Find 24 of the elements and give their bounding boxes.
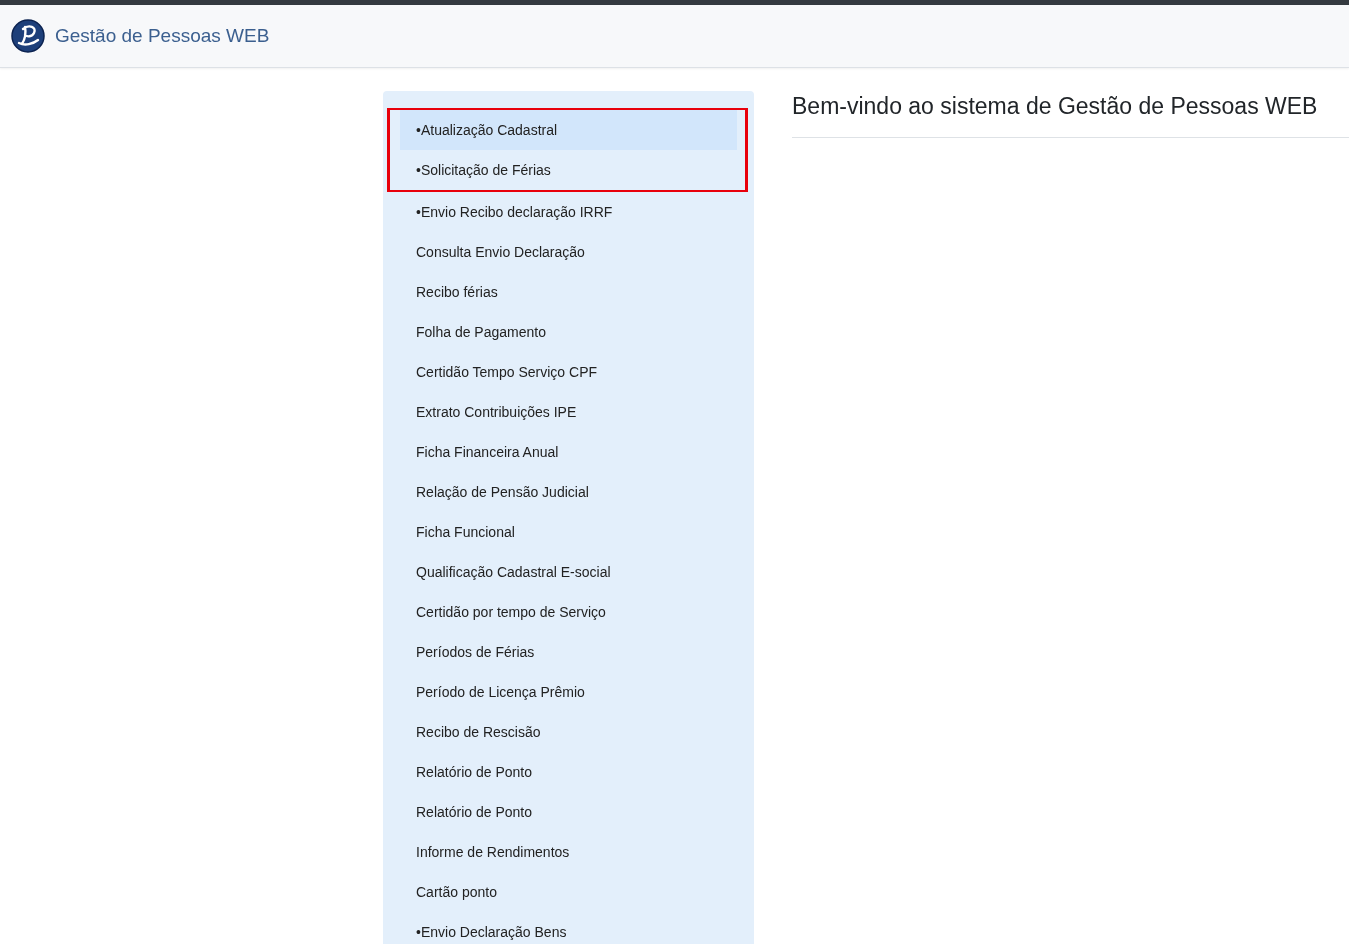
- menu-item[interactable]: •Solicitação de Férias: [400, 150, 737, 190]
- menu-item[interactable]: Recibo férias: [400, 272, 737, 312]
- menu-item[interactable]: •Envio Recibo declaração IRRF: [400, 192, 737, 232]
- app-title: Gestão de Pessoas WEB: [55, 25, 270, 47]
- welcome-heading: Bem-vindo ao sistema de Gestão de Pessoas WEB: [792, 91, 1349, 138]
- menu-item[interactable]: Ficha Financeira Anual: [400, 432, 737, 472]
- logo-icon: [11, 19, 45, 53]
- menu-item[interactable]: Períodos de Férias: [400, 632, 737, 672]
- menu-item[interactable]: Ficha Funcional: [400, 512, 737, 552]
- menu-item[interactable]: Extrato Contribuições IPE: [400, 392, 737, 432]
- menu-item[interactable]: Qualificação Cadastral E-social: [400, 552, 737, 592]
- menu-item[interactable]: Folha de Pagamento: [400, 312, 737, 352]
- menu-item[interactable]: •Atualização Cadastral: [400, 110, 737, 150]
- menu-item[interactable]: Período de Licença Prêmio: [400, 672, 737, 712]
- menu-item[interactable]: •Envio Declaração Bens: [400, 912, 737, 944]
- menu-item[interactable]: Cartão ponto: [400, 872, 737, 912]
- menu-item[interactable]: Relação de Pensão Judicial: [400, 472, 737, 512]
- menu-item[interactable]: Certidão por tempo de Serviço: [400, 592, 737, 632]
- menu-item[interactable]: Certidão Tempo Serviço CPF: [400, 352, 737, 392]
- menu-item[interactable]: Recibo de Rescisão: [400, 712, 737, 752]
- menu-item[interactable]: Informe de Rendimentos: [400, 832, 737, 872]
- menu-item[interactable]: Consulta Envio Declaração: [400, 232, 737, 272]
- menu-item[interactable]: Relatório de Ponto: [400, 752, 737, 792]
- menu-item[interactable]: Relatório de Ponto: [400, 792, 737, 832]
